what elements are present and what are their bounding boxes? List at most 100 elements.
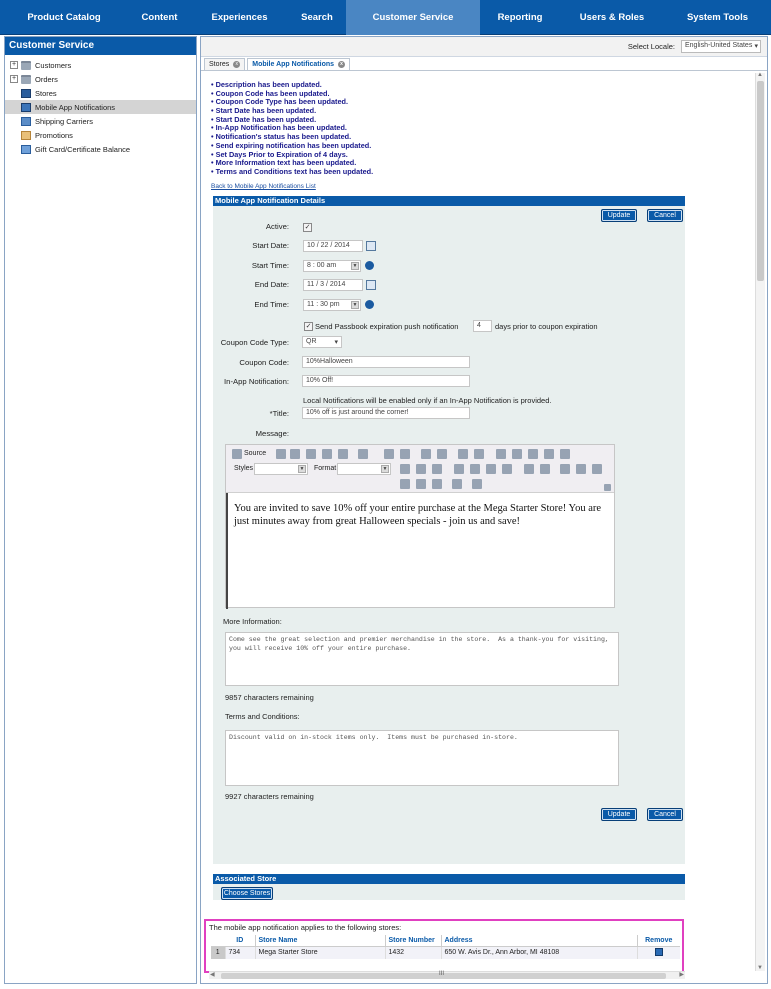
cancel-button-bottom[interactable]: Cancel xyxy=(647,808,683,821)
start-time-field[interactable]: 8 : 00 am ▼ xyxy=(303,260,361,272)
scroll-thumb[interactable] xyxy=(757,81,764,281)
remove-format-icon[interactable] xyxy=(474,449,484,459)
nav-reporting[interactable]: Reporting xyxy=(480,0,560,35)
locale-select[interactable]: English-United States ▾ xyxy=(681,40,761,53)
id-header[interactable]: ID xyxy=(225,935,256,947)
cut-icon[interactable] xyxy=(290,449,300,459)
replace-icon[interactable] xyxy=(437,449,447,459)
calendar-icon[interactable] xyxy=(366,241,376,251)
vertical-scrollbar[interactable]: ▲ ▼ xyxy=(755,72,765,971)
start-date-field[interactable]: 10 / 22 / 2014 xyxy=(303,240,363,252)
sidebar-item-shipping-carriers[interactable]: Shipping Carriers xyxy=(5,114,196,128)
days-prior-field[interactable]: 4 xyxy=(473,320,492,332)
blockquote-icon[interactable] xyxy=(592,464,602,474)
unlink-icon[interactable] xyxy=(416,479,426,489)
expand-icon[interactable]: + xyxy=(10,61,18,69)
tab-mobile-app-notifications[interactable]: Mobile App Notifications x xyxy=(247,58,351,70)
table-row[interactable]: 1 734 Mega Starter Store 1432 650 W. Avi… xyxy=(211,946,680,959)
special-char-icon[interactable] xyxy=(544,449,554,459)
scroll-down-icon[interactable]: ▼ xyxy=(757,965,763,971)
bold-icon[interactable] xyxy=(400,464,410,474)
horizontal-scrollbar[interactable]: ◀ III ▶ xyxy=(209,971,685,979)
sidebar-item-gift-card-balance[interactable]: Gift Card/Certificate Balance xyxy=(5,142,196,156)
numbered-list-icon[interactable] xyxy=(524,464,534,474)
clock-icon[interactable] xyxy=(365,261,374,270)
indent-icon[interactable] xyxy=(576,464,586,474)
copy-icon[interactable] xyxy=(306,449,316,459)
format-select[interactable]: ▼ xyxy=(337,463,391,475)
cancel-button[interactable]: Cancel xyxy=(647,209,683,222)
nav-system-tools[interactable]: System Tools xyxy=(664,0,771,35)
coupon-code-field[interactable]: 10%Halloween xyxy=(302,356,470,368)
chevron-down-icon[interactable]: ▼ xyxy=(351,262,359,270)
outdent-icon[interactable] xyxy=(560,464,570,474)
choose-stores-button[interactable]: Choose Stores xyxy=(221,887,273,900)
collapse-toolbar-icon[interactable] xyxy=(604,484,611,491)
spellcheck-icon[interactable] xyxy=(358,449,368,459)
paste-word-icon[interactable] xyxy=(338,449,348,459)
bullet-list-icon[interactable] xyxy=(540,464,550,474)
sidebar-item-promotions[interactable]: Promotions xyxy=(5,128,196,142)
nav-customer-service[interactable]: Customer Service xyxy=(346,0,480,35)
styles-select[interactable]: ▼ xyxy=(254,463,308,475)
remove-icon[interactable] xyxy=(654,947,663,956)
back-to-list-link[interactable]: Back to Mobile App Notifications List xyxy=(211,183,316,190)
nav-content[interactable]: Content xyxy=(128,0,191,35)
justify-icon[interactable] xyxy=(502,464,512,474)
sidebar-item-stores[interactable]: Stores xyxy=(5,86,196,100)
undo-icon[interactable] xyxy=(384,449,394,459)
update-button[interactable]: Update xyxy=(601,209,637,222)
scroll-left-icon[interactable]: ◀ xyxy=(210,971,215,978)
terms-textarea[interactable]: Discount valid on in-stock items only. I… xyxy=(225,730,619,786)
passbook-checkbox[interactable]: ✓ xyxy=(304,322,313,331)
align-right-icon[interactable] xyxy=(486,464,496,474)
flash-icon[interactable] xyxy=(452,479,462,489)
address-header[interactable]: Address xyxy=(441,935,638,947)
find-icon[interactable] xyxy=(421,449,431,459)
preview-icon[interactable] xyxy=(276,449,286,459)
calendar-icon[interactable] xyxy=(366,280,376,290)
nav-users-roles[interactable]: Users & Roles xyxy=(560,0,664,35)
end-date-field[interactable]: 11 / 3 / 2014 xyxy=(303,279,363,291)
nav-experiences[interactable]: Experiences xyxy=(191,0,288,35)
title-field[interactable]: 10% off is just around the corner! xyxy=(302,407,470,419)
active-checkbox[interactable]: ✓ xyxy=(303,223,312,232)
chevron-down-icon[interactable]: ▼ xyxy=(351,301,359,309)
nav-product-catalog[interactable]: Product Catalog xyxy=(0,0,128,35)
redo-icon[interactable] xyxy=(400,449,410,459)
inapp-field[interactable]: 10% Off! xyxy=(302,375,470,387)
clock-icon[interactable] xyxy=(365,300,374,309)
horizontal-rule-icon[interactable] xyxy=(528,449,538,459)
scroll-up-icon[interactable]: ▲ xyxy=(757,72,763,78)
italic-icon[interactable] xyxy=(416,464,426,474)
sidebar-item-orders[interactable]: + Orders xyxy=(5,72,196,86)
image-icon[interactable] xyxy=(496,449,506,459)
paste-icon[interactable] xyxy=(322,449,332,459)
page-break-icon[interactable] xyxy=(560,449,570,459)
expand-icon[interactable]: + xyxy=(10,75,18,83)
store-name-header[interactable]: Store Name xyxy=(255,935,386,947)
nav-search[interactable]: Search xyxy=(288,0,346,35)
end-time-field[interactable]: 11 : 30 pm ▼ xyxy=(303,299,361,311)
link-icon[interactable] xyxy=(400,479,410,489)
store-number-header[interactable]: Store Number xyxy=(385,935,442,947)
update-button-bottom[interactable]: Update xyxy=(601,808,637,821)
help-icon[interactable] xyxy=(472,479,482,489)
source-button[interactable]: Source xyxy=(244,450,266,457)
align-center-icon[interactable] xyxy=(470,464,480,474)
table-icon[interactable] xyxy=(512,449,522,459)
select-all-icon[interactable] xyxy=(458,449,468,459)
more-info-textarea[interactable]: Come see the great selection and premier… xyxy=(225,632,619,686)
strikethrough-icon[interactable] xyxy=(432,464,442,474)
anchor-icon[interactable] xyxy=(432,479,442,489)
tab-stores[interactable]: Stores x xyxy=(204,58,246,70)
close-icon[interactable]: x xyxy=(338,61,346,68)
source-icon[interactable] xyxy=(232,449,242,459)
message-body[interactable]: You are invited to save 10% off your ent… xyxy=(226,493,614,609)
sidebar-item-customers[interactable]: + Customers xyxy=(5,58,196,72)
scroll-right-icon[interactable]: ▶ xyxy=(679,971,684,978)
close-icon[interactable]: x xyxy=(233,61,241,68)
sidebar-item-mobile-app-notifications[interactable]: Mobile App Notifications xyxy=(5,100,196,114)
coupon-type-select[interactable]: QR ▾ xyxy=(302,336,342,348)
align-left-icon[interactable] xyxy=(454,464,464,474)
